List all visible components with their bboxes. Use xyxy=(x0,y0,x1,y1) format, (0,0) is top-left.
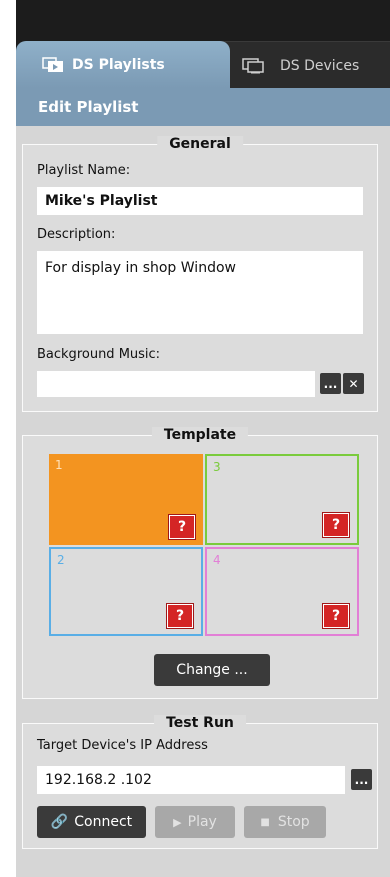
general-panel: General Playlist Name: Mike's Playlist D… xyxy=(22,136,378,412)
play-button-label: Play xyxy=(187,814,217,830)
playlist-name-label: Playlist Name: xyxy=(37,163,131,178)
playlist-name-field[interactable]: Mike's Playlist xyxy=(37,187,363,215)
play-button[interactable]: ▶ Play xyxy=(155,806,235,838)
question-mark-icon[interactable]: ? xyxy=(323,513,349,537)
template-panel-title: Template xyxy=(151,427,249,443)
template-cell-3[interactable]: 3 ? xyxy=(205,454,359,545)
devices-icon xyxy=(242,57,264,74)
question-mark-icon[interactable]: ? xyxy=(323,604,349,628)
play-icon: ▶ xyxy=(173,815,182,829)
ip-browse-button[interactable]: ... xyxy=(351,769,372,790)
page-title: Edit Playlist xyxy=(16,88,390,126)
link-icon: 🔗 xyxy=(50,814,69,830)
stop-button-label: Stop xyxy=(277,814,310,830)
ip-address-label: Target Device's IP Address xyxy=(37,738,208,753)
template-cell-4[interactable]: 4 ? xyxy=(205,547,359,636)
background-music-field[interactable] xyxy=(37,371,315,397)
cell-number: 1 xyxy=(55,458,63,472)
test-run-panel-title: Test Run xyxy=(154,715,246,731)
template-panel: Template 1 ? 3 ? 2 ? 4 ? Change ... xyxy=(22,427,378,699)
playlist-icon xyxy=(42,56,64,73)
stop-button[interactable]: ■ Stop xyxy=(244,806,326,838)
tab-ds-devices-label: DS Devices xyxy=(280,57,360,74)
question-mark-icon[interactable]: ? xyxy=(167,604,193,628)
background-music-label: Background Music: xyxy=(37,347,161,362)
tab-ds-devices[interactable]: DS Devices xyxy=(205,41,390,89)
description-field[interactable]: For display in shop Window xyxy=(37,251,363,334)
music-browse-button[interactable]: ... xyxy=(320,373,341,394)
ip-address-field[interactable]: 192.168.2 .102 xyxy=(37,766,345,794)
general-panel-title: General xyxy=(157,136,243,152)
template-cell-2[interactable]: 2 ? xyxy=(49,547,203,636)
connect-button[interactable]: 🔗 Connect xyxy=(37,806,146,838)
change-template-button[interactable]: Change ... xyxy=(154,654,270,686)
stop-icon: ■ xyxy=(260,816,270,828)
test-run-panel: Test Run Target Device's IP Address 192.… xyxy=(22,715,378,849)
cell-number: 4 xyxy=(213,553,221,567)
music-clear-button[interactable]: ✕ xyxy=(343,373,364,394)
left-strip xyxy=(0,0,16,877)
cell-number: 3 xyxy=(213,460,221,474)
cell-number: 2 xyxy=(57,553,65,567)
question-mark-icon[interactable]: ? xyxy=(169,515,195,539)
description-label: Description: xyxy=(37,227,116,242)
template-cell-1[interactable]: 1 ? xyxy=(49,454,203,545)
tab-ds-playlists[interactable]: DS Playlists xyxy=(16,41,230,88)
tab-ds-playlists-label: DS Playlists xyxy=(72,56,165,73)
connect-button-label: Connect xyxy=(74,814,133,830)
